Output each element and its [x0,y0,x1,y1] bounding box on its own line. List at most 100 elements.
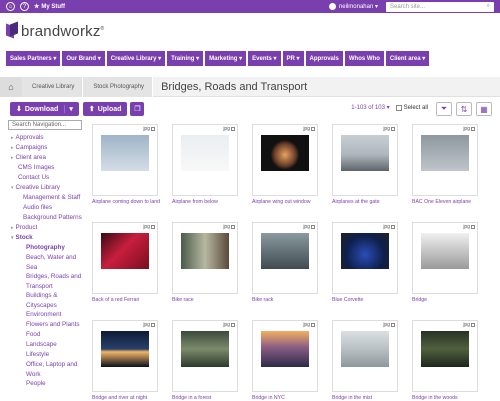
sidebar-tree-item[interactable]: ▸ Client area [8,153,84,163]
asset-thumbnail-frame[interactable]: jpg [332,222,398,294]
home-icon[interactable]: ⌂ [6,2,15,11]
asset-thumbnail-image[interactable] [261,135,309,171]
nav-item[interactable]: Approvals [305,51,343,66]
sidebar-tree-item[interactable]: ▾ Creative Library [8,183,84,193]
sidebar-tree-item[interactable]: Photography [8,243,84,253]
asset-caption[interactable]: Bridge in the mist [332,395,398,401]
nav-item[interactable]: Client area ▾ [385,51,430,66]
asset-thumbnail-frame[interactable]: jpg [92,124,158,196]
nav-item[interactable]: Training ▾ [167,51,204,66]
select-checkbox[interactable] [391,225,395,229]
asset-thumbnail-frame[interactable]: jpg [172,222,238,294]
select-checkbox[interactable] [471,127,475,131]
asset-card[interactable]: jpg Bridge in a forest [172,320,238,401]
asset-card[interactable]: jpg Airplane from below [172,124,238,205]
asset-thumbnail-frame[interactable]: jpg [172,320,238,392]
sidebar-tree-item[interactable]: Beach, Water and Sea [8,253,84,272]
select-checkbox[interactable] [471,323,475,327]
asset-caption[interactable]: Bike rack [252,297,318,303]
asset-card[interactable]: jpg Blue Corvette [332,222,398,303]
asset-thumbnail-frame[interactable]: jpg [172,124,238,196]
asset-thumbnail-frame[interactable]: jpg [412,320,478,392]
chevron-down-icon[interactable]: ▾ [11,235,14,241]
site-search-input[interactable]: Search site... ⌕ [386,1,494,12]
select-checkbox[interactable] [231,225,235,229]
asset-thumbnail-frame[interactable]: jpg [412,124,478,196]
asset-card[interactable]: jpg Bridge and river at night [92,320,158,401]
asset-thumbnail-image[interactable] [261,233,309,269]
asset-card[interactable]: jpg Airplanes at the gate [332,124,398,205]
asset-card[interactable]: jpg Bridge in the mist [332,320,398,401]
asset-thumbnail-frame[interactable]: jpg [252,222,318,294]
asset-card[interactable]: jpg Bridge in NYC [252,320,318,401]
asset-thumbnail-frame[interactable]: jpg [92,222,158,294]
asset-thumbnail-image[interactable] [421,135,469,171]
asset-card[interactable]: jpg Bike rack [252,222,318,303]
nav-item[interactable]: Creative Library ▾ [106,51,166,66]
navigation-search-input[interactable]: Search Navigation... [8,120,82,130]
sidebar-tree-item[interactable]: ▸ Product [8,223,84,233]
asset-caption[interactable]: Airplane wing out window [252,199,318,205]
asset-thumbnail-image[interactable] [341,135,389,171]
sidebar-tree-item[interactable]: Bridges, Roads and Transport [8,272,84,291]
download-button[interactable]: ⬇ Download ▾ [10,102,79,116]
asset-thumbnail-image[interactable] [421,331,469,367]
sidebar-tree-item[interactable]: CMS Images [8,163,84,173]
asset-thumbnail-image[interactable] [101,233,149,269]
select-checkbox[interactable] [151,323,155,327]
search-icon[interactable]: ⌕ [487,3,490,10]
asset-card[interactable]: jpg Airplane wing out window [252,124,318,205]
collection-icon[interactable]: ❐ [130,102,145,116]
select-checkbox[interactable] [311,323,315,327]
sidebar-tree-item[interactable]: Management & Staff [8,193,84,203]
asset-thumbnail-frame[interactable]: jpg [92,320,158,392]
asset-caption[interactable]: Bridge in the woods [412,395,478,401]
chevron-down-icon[interactable]: ▾ [11,185,14,191]
asset-caption[interactable]: Bridge in NYC [252,395,318,401]
select-checkbox[interactable] [391,127,395,131]
asset-card[interactable]: jpg Airplane coming down to land [92,124,160,205]
sidebar-tree-item[interactable]: Contact Us [8,173,84,183]
sidebar-tree-item[interactable]: ▾ Stock [8,233,84,243]
select-checkbox[interactable] [311,225,315,229]
select-checkbox[interactable] [151,225,155,229]
sort-icon[interactable]: ⇅ [456,102,472,116]
sidebar-tree-item[interactable]: Buildings & Cityscapes [8,291,84,310]
asset-thumbnail-image[interactable] [181,233,229,269]
grid-view-icon[interactable]: ▦ [476,102,492,116]
sidebar-tree-item[interactable]: ▸ Campaigns [8,143,84,153]
asset-caption[interactable]: BAC One Eleven airplane [412,199,478,205]
breadcrumb-item-stock-photography[interactable]: Stock Photography [83,76,154,97]
select-checkbox[interactable] [311,127,315,131]
asset-caption[interactable]: Back of a red Ferrari [92,297,158,303]
asset-thumbnail-image[interactable] [101,135,149,171]
sidebar-tree-item[interactable]: Environment [8,310,84,320]
sidebar-tree-item[interactable]: People [8,379,84,389]
asset-caption[interactable]: Bridge [412,297,478,303]
nav-item[interactable]: Marketing ▾ [205,51,247,66]
sidebar-tree-item[interactable]: Flowers and Plants [8,320,84,330]
asset-caption[interactable]: Airplane coming down to land [92,199,160,205]
select-checkbox[interactable] [391,323,395,327]
asset-caption[interactable]: Bridge in a forest [172,395,238,401]
select-all-checkbox[interactable] [395,104,402,111]
logo-text[interactable]: brandworkz® [21,23,104,40]
chevron-right-icon[interactable]: ▸ [11,155,14,161]
sidebar-tree-item[interactable]: Lifestyle [8,350,84,360]
asset-thumbnail-image[interactable] [341,233,389,269]
nav-item[interactable]: Our Brand ▾ [62,51,105,66]
result-count-select[interactable]: 1-103 of 103 ▾ [351,104,389,111]
asset-caption[interactable]: Airplanes at the gate [332,199,398,205]
asset-caption[interactable]: Blue Corvette [332,297,398,303]
nav-item[interactable]: Sales Partners ▾ [6,51,61,66]
breadcrumb-item-creative-library[interactable]: Creative Library [22,76,84,97]
asset-card[interactable]: jpg Back of a red Ferrari [92,222,158,303]
my-stuff-link[interactable]: ★ My Stuff [34,3,65,11]
breadcrumb-home-icon[interactable]: ⌂ [0,76,22,97]
asset-thumbnail-image[interactable] [341,331,389,367]
asset-caption[interactable]: Airplane from below [172,199,238,205]
chevron-right-icon[interactable]: ▸ [11,225,14,231]
select-checkbox[interactable] [231,323,235,327]
sidebar-tree-item[interactable]: ▸ Approvals [8,133,84,143]
asset-thumbnail-image[interactable] [261,331,309,367]
